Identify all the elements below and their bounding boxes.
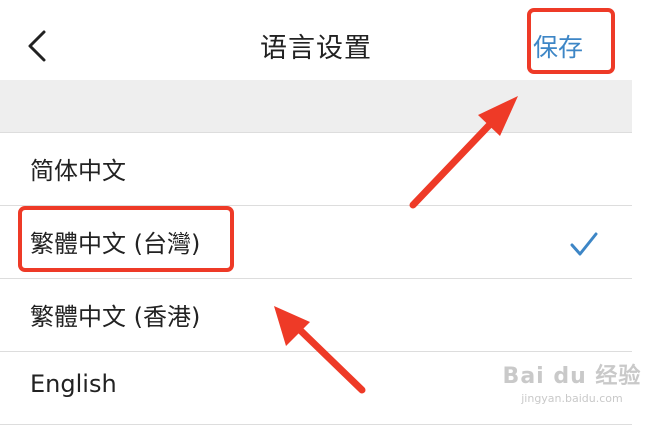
section-separator <box>0 80 632 132</box>
watermark-brand: Bai du 经验 <box>502 364 642 389</box>
watermark: Bai du 经验 jingyan.baidu.com <box>502 358 642 422</box>
language-label: 繁體中文 (香港) <box>30 303 201 331</box>
language-label: 简体中文 <box>30 157 126 185</box>
save-button[interactable]: 保存 <box>533 28 583 64</box>
checkmark-icon <box>570 232 598 256</box>
language-option-traditional-taiwan[interactable]: 繁體中文 (台灣) <box>0 206 632 279</box>
language-label: 繁體中文 (台灣) <box>30 230 201 258</box>
language-option-simplified[interactable]: 简体中文 <box>0 132 632 206</box>
language-label: English <box>30 370 117 398</box>
language-option-traditional-hongkong[interactable]: 繁體中文 (香港) <box>0 279 632 352</box>
navigation-bar: 语言设置 保存 <box>0 0 632 80</box>
watermark-domain: jingyan.baidu.com <box>521 392 623 405</box>
